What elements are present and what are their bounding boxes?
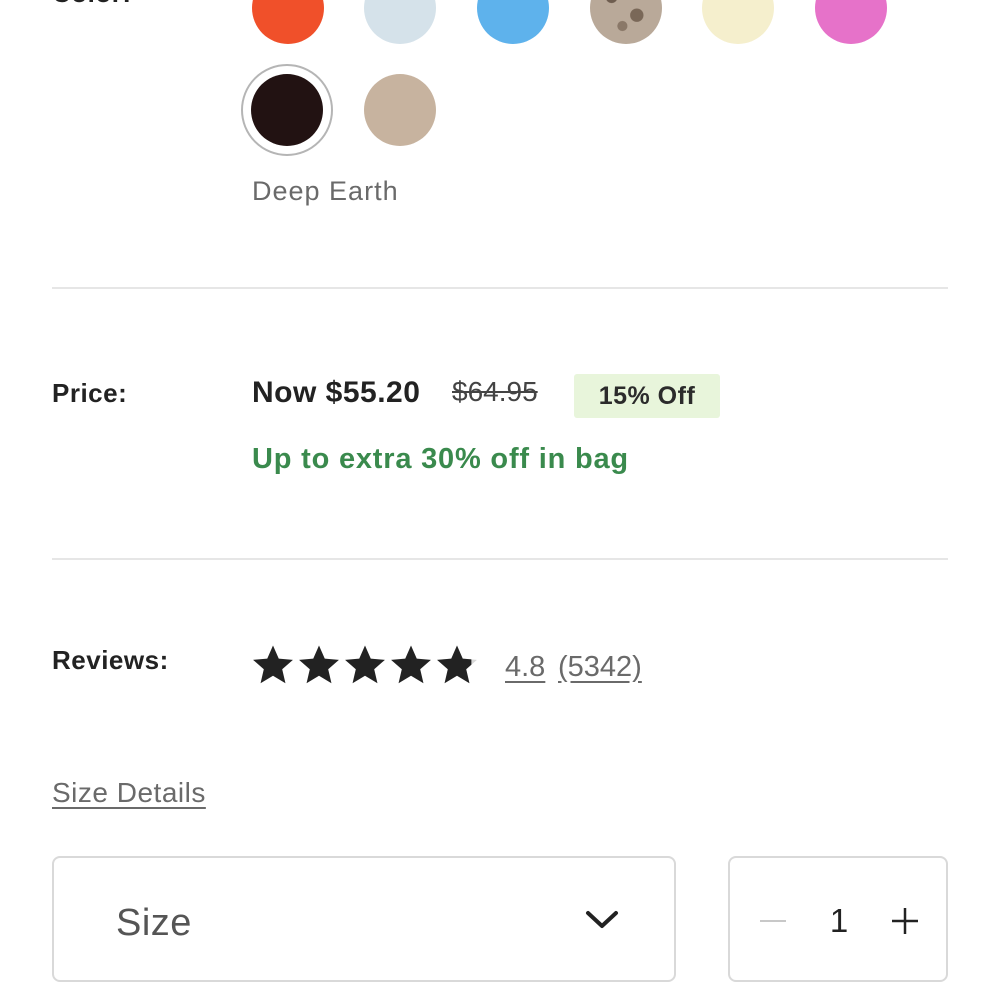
promo-text: Up to extra 30% off in bag [252, 443, 629, 475]
swatch-cream[interactable] [702, 0, 774, 44]
size-details-link[interactable]: Size Details [52, 777, 206, 809]
star-icon [299, 645, 339, 684]
price-label: Price: [52, 378, 128, 408]
selected-swatch-ring [241, 64, 333, 156]
star-icon [253, 645, 293, 684]
size-select[interactable]: Size [52, 856, 676, 982]
swatch-taupe[interactable] [364, 74, 436, 146]
star-rating[interactable] [250, 642, 480, 688]
swatch-light-blue[interactable] [364, 0, 436, 44]
quantity-stepper[interactable]: 1 [728, 856, 948, 982]
swatch-leopard[interactable] [590, 0, 662, 44]
size-select-placeholder: Size [116, 902, 192, 944]
swatch-deep-earth[interactable] [251, 74, 323, 146]
divider [52, 558, 948, 560]
swatch-pink[interactable] [815, 0, 887, 44]
minus-icon[interactable] [758, 906, 788, 936]
discount-badge: 15% Off [574, 374, 720, 418]
divider [52, 287, 948, 289]
swatch-orange[interactable] [252, 0, 324, 44]
plus-icon[interactable] [890, 906, 920, 936]
partial-star-icon [437, 645, 477, 684]
star-icon [345, 645, 385, 684]
reviews-label: Reviews: [52, 645, 169, 675]
chevron-down-icon [586, 911, 618, 928]
rating-value-link[interactable]: 4.8 [505, 651, 545, 684]
star-icon [391, 645, 431, 684]
color-label: Color: [52, 0, 132, 9]
selected-color-name: Deep Earth [252, 176, 399, 206]
current-price: Now $55.20 [252, 376, 421, 409]
review-count-link[interactable]: (5342) [558, 651, 642, 684]
swatch-sky-blue[interactable] [477, 0, 549, 44]
quantity-value: 1 [829, 902, 849, 939]
original-price: $64.95 [452, 376, 538, 407]
